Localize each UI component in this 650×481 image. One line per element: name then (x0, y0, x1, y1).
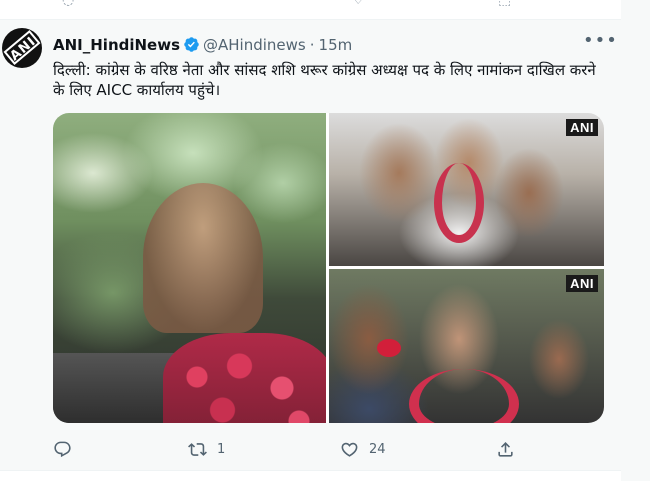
share-icon (498, 441, 513, 457)
timestamp[interactable]: 15m (319, 36, 353, 54)
previous-tweet-actions: ◌ ♡ ⬚ (0, 0, 621, 14)
reply-button[interactable] (53, 437, 82, 461)
tweet-header: ANI_HindiNews @AHindinews · 15m (53, 35, 352, 55)
share-icon[interactable]: ⬚ (498, 0, 511, 8)
reply-icon (54, 441, 71, 457)
retweet-count: 1 (217, 441, 226, 457)
flower-garland (434, 163, 484, 243)
crowd-photo-2[interactable]: ANI (329, 269, 604, 423)
more-options-icon[interactable]: ••• (583, 30, 618, 51)
display-name[interactable]: ANI_HindiNews (53, 36, 180, 54)
divider (0, 470, 621, 471)
car-photo[interactable] (53, 113, 326, 423)
timeline-column: ◌ ♡ ⬚ ANI ANI_HindiNews @AHindinews · 15m •… (0, 0, 621, 481)
separator: · (309, 36, 315, 54)
retweet-button[interactable]: 1 (188, 437, 225, 461)
media-grid[interactable]: ANI ANI (53, 113, 604, 423)
ani-watermark: ANI (566, 275, 598, 292)
handle[interactable]: @AHindinews (203, 36, 306, 54)
flower-garland (409, 369, 519, 423)
tweet-text: दिल्ली: कांग्रेस के वरिष्ठ नेता और सांसद… (53, 61, 596, 99)
crowd-photo-1[interactable]: ANI (329, 113, 604, 266)
driver-figure (143, 183, 263, 333)
like-count: 24 (369, 441, 386, 457)
retweet-icon (188, 442, 207, 456)
ani-logo: ANI (3, 30, 41, 65)
share-button[interactable] (496, 437, 515, 461)
right-gutter (621, 0, 650, 481)
avatar[interactable]: ANI (2, 28, 42, 68)
heart-icon (341, 442, 358, 457)
like-button[interactable]: 24 (340, 437, 386, 461)
tweet-actions: 1 24 (53, 437, 613, 461)
verified-badge-icon (184, 37, 199, 52)
ani-watermark: ANI (566, 119, 598, 136)
like-icon[interactable]: ♡ (352, 0, 365, 8)
reply-icon[interactable]: ◌ (62, 0, 74, 8)
flower-garland (163, 333, 326, 423)
microphone (377, 339, 401, 357)
